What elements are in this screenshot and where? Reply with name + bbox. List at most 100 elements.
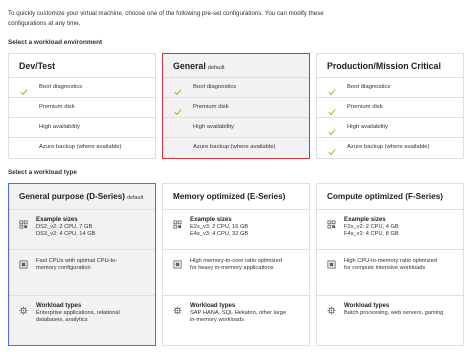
feature-line: for compute intensive workloads <box>344 265 426 272</box>
feature-row: High availability <box>9 118 155 138</box>
size-grid-icon <box>327 216 336 229</box>
example-sizes: Example sizes DS2_v2: 2 CPU, 7 GB DS3_v2: … <box>36 216 149 239</box>
environment-card-title-text: Production/Mission Critical <box>327 61 441 71</box>
gear-icon <box>173 302 182 315</box>
workload-card-title: Compute optimized (F-Series) <box>327 192 443 201</box>
gear-icon <box>19 302 28 315</box>
example-sizes: Example sizes E2s_v3: 2 CPU, 16 GB E4s_v3:… <box>190 216 303 239</box>
workload-types-heading: Workload types <box>190 302 236 309</box>
feature-row: High availability <box>317 118 463 138</box>
feature-label: Azure backup (where available) <box>347 144 430 150</box>
feature-label: High availability <box>39 124 80 130</box>
workload-type-line: Batch processing, web servers, gaming <box>344 310 444 317</box>
example-size: F2s_v2: 2 CPU, 4 GB <box>344 224 399 231</box>
workload-card-0[interactable]: General purpose (D-Series) default Example… <box>8 183 156 346</box>
feature-row: Boot diagnostics <box>163 78 309 98</box>
feature-label: Boot diagnostics <box>347 84 391 90</box>
environment-card-title-text: General <box>173 61 206 71</box>
feature-section: Fast CPUs with optimal CPU-to-memory con… <box>9 250 155 296</box>
feature-row: Boot diagnostics <box>317 78 463 98</box>
feature-label: Azure backup (where available) <box>193 144 276 150</box>
workload-card-1[interactable]: Memory optimized (E-Series) Example sizes… <box>162 183 310 346</box>
feature-row: High availability <box>163 118 309 138</box>
feature-section: High CPU-to-memory ratio optimized for co… <box>317 250 463 296</box>
workload-type-line: SAP HANA, SQL Hekaton, other large <box>190 310 287 317</box>
workload-types: Workload types Enterprise applications, r… <box>36 302 149 325</box>
feature-section: High memory-to-core ratio optimized for h… <box>163 250 309 296</box>
example-sizes-heading: Example sizes <box>36 216 78 223</box>
example-size: E2s_v3: 2 CPU, 16 GB <box>190 224 249 231</box>
feature-label: Premium disk <box>39 104 75 110</box>
feature-line: for heavy in-memory applications <box>190 265 274 272</box>
size-grid-icon <box>173 216 182 229</box>
feature-line: High CPU-to-memory ratio optimized <box>344 258 437 264</box>
checkmark-icon <box>174 103 182 116</box>
checkmark-icon <box>328 143 336 156</box>
intro-line-2: configurations at any time. <box>8 19 81 27</box>
checkmark-icon <box>328 123 336 136</box>
cpu-chip-icon <box>19 256 28 269</box>
feature-row: Premium disk <box>317 98 463 118</box>
checkmark-icon <box>20 83 28 96</box>
workload-type-line: databases, analytics <box>36 317 88 324</box>
environment-card-title: General default <box>173 61 225 71</box>
workload-types-heading: Workload types <box>36 302 82 309</box>
workload-card-2[interactable]: Compute optimized (F-Series) Example size… <box>316 183 464 346</box>
workload-type-line: Enterprise applications, relational <box>36 310 120 317</box>
example-size: E4s_v3: 4 CPU, 32 GB <box>190 231 249 238</box>
workload-type-line: in-memory workloads <box>190 317 245 324</box>
intro-text: To quickly customize your virtual machin… <box>8 9 466 28</box>
feature-row: Premium disk <box>163 98 309 118</box>
environment-card-2[interactable]: Production/Mission Critical Boot diagnost… <box>316 53 464 159</box>
workload-types: Workload types SAP HANA, SQL Hekaton, oth… <box>190 302 303 325</box>
feature-row: Boot diagnostics <box>9 78 155 98</box>
example-sizes-heading: Example sizes <box>344 216 386 223</box>
environment-card-title-text: Dev/Test <box>19 61 56 71</box>
workload-types-section: Workload types Enterprise applications, r… <box>9 296 155 344</box>
workload-types-section: Workload types Batch processing, web serv… <box>317 296 463 344</box>
feature-row: Azure backup (where available) <box>317 138 463 158</box>
workload-card-title: Memory optimized (E-Series) <box>173 192 285 201</box>
workload-types: Workload types Batch processing, web serv… <box>344 302 457 317</box>
feature-label: High availability <box>347 124 388 130</box>
environment-card-1[interactable]: General default Boot diagnostics Premium di… <box>162 53 310 159</box>
feature-description: Fast CPUs with optimal CPU-to-memory con… <box>36 258 149 272</box>
feature-label: Boot diagnostics <box>39 84 83 90</box>
default-tag: default <box>207 65 225 71</box>
feature-row: Azure backup (where available) <box>163 138 309 158</box>
cpu-chip-icon <box>327 256 336 269</box>
environment-card-0[interactable]: Dev/Test Boot diagnostics Premium disk High… <box>8 53 156 159</box>
feature-label: Premium disk <box>347 104 383 110</box>
workload-card-title: General purpose (D-Series) default <box>19 192 143 201</box>
feature-label: Azure backup (where available) <box>39 144 122 150</box>
workload-types-heading: Workload types <box>344 302 390 309</box>
workload-types-section: Workload types SAP HANA, SQL Hekaton, oth… <box>163 296 309 344</box>
example-sizes-section: Example sizes F2s_v2: 2 CPU, 4 GB F4s_v2: … <box>317 210 463 250</box>
feature-row: Azure backup (where available) <box>9 138 155 158</box>
example-sizes-heading: Example sizes <box>190 216 232 223</box>
example-sizes-section: Example sizes DS2_v2: 2 CPU, 7 GB DS3_v2: … <box>9 210 155 250</box>
workload-type-label: Select a workload type <box>8 169 77 176</box>
environment-card-title: Production/Mission Critical <box>327 61 441 71</box>
default-tag: default <box>127 195 144 201</box>
checkmark-icon <box>174 83 182 96</box>
example-sizes: Example sizes F2s_v2: 2 CPU, 4 GB F4s_v2: … <box>344 216 457 239</box>
workload-card-title-text: General purpose (D-Series) <box>19 192 126 201</box>
example-size: F4s_v2: 4 CPU, 8 GB <box>344 231 399 238</box>
workload-card-title-text: Memory optimized (E-Series) <box>173 192 286 201</box>
checkmark-icon <box>328 83 336 96</box>
example-size: DS2_v2: 2 CPU, 7 GB <box>36 224 93 231</box>
example-sizes-section: Example sizes E2s_v3: 2 CPU, 16 GB E4s_v3:… <box>163 210 309 250</box>
feature-line: memory configuration <box>36 265 91 272</box>
workload-environment-label: Select a workload environment <box>8 39 103 46</box>
feature-description: High memory-to-core ratio optimized for h… <box>190 258 303 272</box>
checkmark-icon <box>328 103 336 116</box>
size-grid-icon <box>19 216 28 229</box>
cpu-chip-icon <box>173 256 182 269</box>
feature-label: Premium disk <box>193 104 229 110</box>
example-size: DS3_v2: 4 CPU, 14 GB <box>36 231 96 238</box>
feature-line: High memory-to-core ratio optimized <box>190 258 282 264</box>
workload-card-title-text: Compute optimized (F-Series) <box>327 192 443 201</box>
intro-line-1: To quickly customize your virtual machin… <box>8 10 324 17</box>
gear-icon <box>327 302 336 315</box>
